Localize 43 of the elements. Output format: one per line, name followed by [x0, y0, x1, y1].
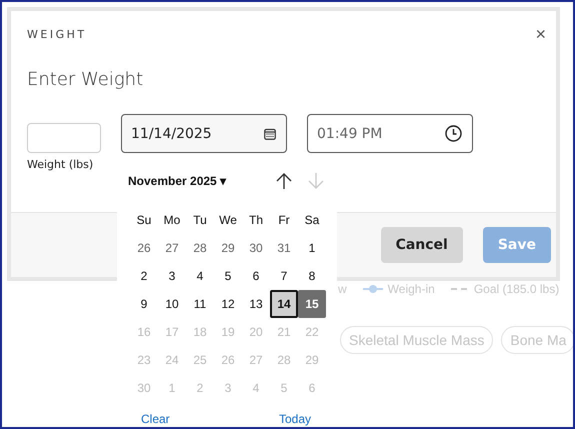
weekday-label: Mo	[162, 212, 182, 229]
month-selector[interactable]: November 2025 ▾	[128, 174, 268, 188]
weight-input[interactable]	[27, 123, 101, 153]
calendar-day[interactable]: 12	[214, 290, 242, 318]
weekday-label: Fr	[277, 212, 291, 229]
dialog-heading: Enter Weight	[27, 69, 144, 90]
calendar-day[interactable]: 1	[298, 234, 326, 262]
weekday-label: Su	[136, 212, 152, 229]
calendar-day[interactable]: 2	[130, 262, 158, 290]
calendar-icon	[264, 128, 276, 140]
calendar-day[interactable]: 29	[214, 234, 242, 262]
weight-label: Weight (lbs)	[27, 158, 94, 171]
weekday-label: Tu	[192, 212, 208, 229]
calendar-day[interactable]: 27	[158, 234, 186, 262]
calendar-day[interactable]: 6	[242, 262, 270, 290]
clock-icon	[445, 125, 462, 142]
calendar-day[interactable]: 28	[186, 234, 214, 262]
weekday-label: Th	[248, 212, 264, 229]
calendar-day[interactable]: 13	[242, 290, 270, 318]
calendar-day[interactable]: 10	[158, 290, 186, 318]
calendar-day[interactable]: 15	[298, 290, 326, 318]
calendar-day[interactable]: 26	[130, 234, 158, 262]
cancel-button[interactable]: Cancel	[380, 227, 463, 263]
calendar-day[interactable]: 9	[130, 290, 158, 318]
close-button[interactable]: ×	[535, 25, 546, 43]
dialog-title: WEIGHT	[27, 28, 87, 40]
calendar-day[interactable]: 3	[158, 262, 186, 290]
calendar-day[interactable]: 30	[242, 234, 270, 262]
weekday-label: Sa	[304, 212, 320, 229]
time-field[interactable]: 01:49 PM	[307, 114, 473, 153]
calendar-day[interactable]: 7	[270, 262, 298, 290]
calendar-day[interactable]: 14	[270, 290, 298, 318]
line-marker-icon	[362, 284, 383, 294]
calendar-day[interactable]: 11	[186, 290, 214, 318]
calendar-day[interactable]: 8	[298, 262, 326, 290]
weekday-label: We	[218, 212, 238, 229]
today-link[interactable]: Today	[278, 412, 311, 426]
clear-link[interactable]: Clear	[141, 412, 170, 426]
calendar-day[interactable]: 5	[214, 262, 242, 290]
calendar-day[interactable]: 31	[270, 234, 298, 262]
dashed-line-icon	[450, 287, 469, 291]
calendar-day[interactable]: 4	[186, 262, 214, 290]
date-field[interactable]: 11/14/2025	[121, 114, 287, 153]
